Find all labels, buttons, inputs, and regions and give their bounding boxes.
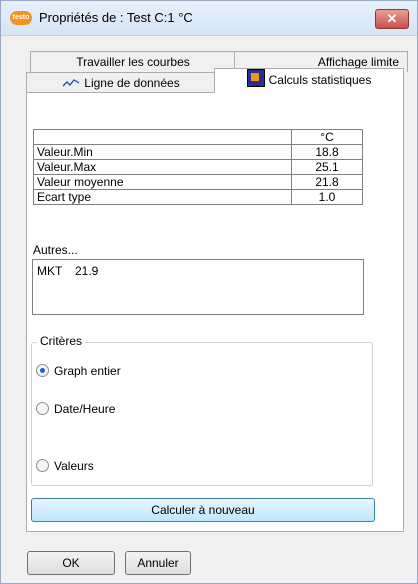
tab-label: Travailler les courbes	[76, 55, 190, 69]
unit-header: °C	[291, 129, 363, 145]
row-value: 25.1	[291, 159, 363, 175]
radio-icon	[36, 459, 49, 472]
others-line: MKT 21.9	[37, 264, 98, 278]
tab-travailler-les-courbes[interactable]: Travailler les courbes	[30, 51, 236, 72]
radio-label: Date/Heure	[54, 402, 116, 416]
row-value: 18.8	[291, 144, 363, 160]
radio-date-heure[interactable]: Date/Heure	[36, 402, 115, 416]
criteria-label: Critères	[37, 334, 86, 348]
table-row: Valeur moyenne 21.8	[33, 174, 363, 190]
testo-logo-icon: testo	[10, 11, 32, 25]
others-name: MKT	[37, 264, 63, 278]
statistics-icon	[246, 69, 265, 87]
table-row: Valeur.Max 25.1	[33, 159, 363, 175]
radio-valeurs[interactable]: Valeurs	[36, 459, 94, 473]
cancel-button[interactable]: Annuler	[125, 551, 191, 575]
row-value: 1.0	[291, 189, 363, 205]
tab-label: Ligne de données	[84, 76, 180, 90]
title-bar: testo Propriétés de : Test C:1 °C ✕	[1, 1, 417, 36]
statistics-table: °C Valeur.Min 18.8 Valeur.Max 25.1 Valeu…	[33, 129, 363, 205]
table-row: Valeur.Min 18.8	[33, 144, 363, 160]
radio-label: Valeurs	[54, 459, 94, 473]
row-label: Valeur.Min	[33, 144, 292, 160]
tab-ligne-de-donnees[interactable]: Ligne de données	[26, 72, 216, 93]
radio-selected-icon	[36, 364, 49, 377]
row-label: Valeur.Max	[33, 159, 292, 175]
recalculate-button[interactable]: Calculer à nouveau	[31, 498, 375, 522]
ok-button[interactable]: OK	[27, 551, 115, 575]
row-value: 21.8	[291, 174, 363, 190]
radio-graph-entier[interactable]: Graph entier	[36, 364, 121, 378]
table-cell	[33, 129, 292, 145]
properties-dialog: testo Propriétés de : Test C:1 °C ✕ Trav…	[0, 0, 418, 584]
table-header-row: °C	[33, 129, 363, 145]
others-value: 21.9	[75, 264, 99, 278]
others-textbox[interactable]: MKT 21.9	[32, 259, 364, 315]
tab-label: Calculs statistiques	[268, 73, 372, 87]
radio-label: Graph entier	[54, 364, 121, 378]
row-label: Ecart type	[33, 189, 292, 205]
others-label: Autres...	[33, 243, 78, 257]
line-chart-icon	[62, 79, 80, 87]
radio-icon	[36, 402, 49, 415]
row-label: Valeur moyenne	[33, 174, 292, 190]
tab-calculs-statistiques[interactable]: Calculs statistiques	[214, 68, 404, 93]
tab-label: Affichage limite	[317, 55, 399, 69]
close-button[interactable]: ✕	[375, 9, 409, 29]
table-row: Ecart type 1.0	[33, 189, 363, 205]
window-title: Propriétés de : Test C:1 °C	[39, 10, 193, 25]
